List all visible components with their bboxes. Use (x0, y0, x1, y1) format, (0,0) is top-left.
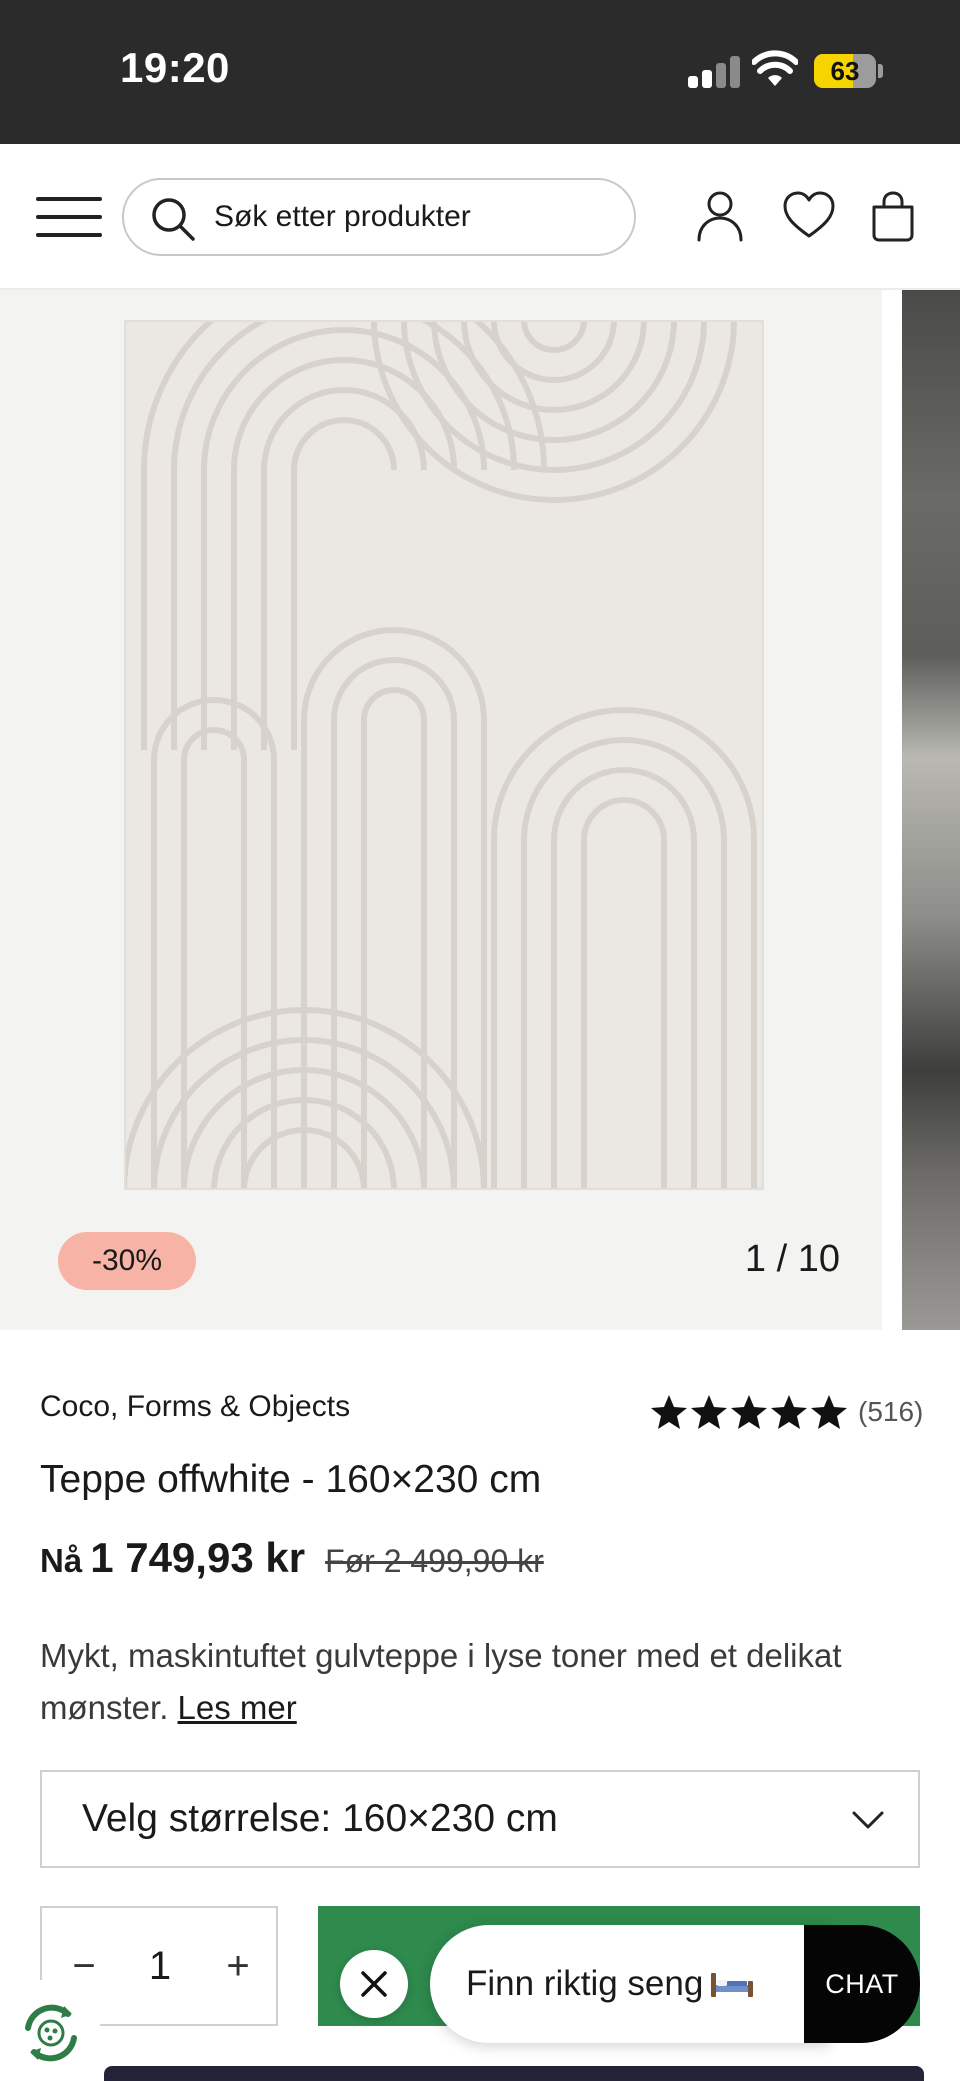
size-select-label: Velg størrelse: 160×230 cm (82, 1797, 558, 1840)
bed-icon (711, 1973, 754, 1997)
chat-button[interactable]: CHAT (804, 1925, 920, 2043)
search-placeholder: Søk etter produkter (214, 200, 471, 233)
product-image-rug (124, 320, 764, 1190)
chevron-down-icon (852, 1811, 884, 1829)
battery-level: 63 (830, 56, 860, 86)
wifi-icon (752, 50, 798, 86)
search-icon (152, 198, 195, 241)
product-brand[interactable]: Coco, Forms & Objects (40, 1390, 350, 1424)
gallery-slide-next-peek[interactable] (902, 290, 960, 1330)
battery-icon: 63 (814, 54, 876, 88)
close-assistant-button[interactable] (340, 1950, 408, 2018)
menu-icon[interactable] (36, 195, 102, 239)
recycle-leaf-icon (25, 2004, 77, 2062)
product-title: Teppe offwhite - 160×230 cm (40, 1458, 542, 1501)
star-icon (731, 1395, 767, 1429)
discount-badge: -30% (58, 1232, 196, 1290)
bed-finder-prompt[interactable]: Finn riktig seng (430, 1925, 830, 2043)
product-gallery[interactable]: -30% 1 / 10 (0, 290, 960, 1330)
gallery-slide-current[interactable]: -30% 1 / 10 (0, 290, 882, 1330)
status-bar: 19:20 63 (0, 0, 960, 144)
wishlist-heart-icon[interactable] (782, 190, 836, 242)
bottom-dark-bar[interactable] (104, 2066, 924, 2081)
description-text: Mykt, maskintuftet gulvteppe i lyse tone… (40, 1637, 842, 1726)
status-time: 19:20 (120, 44, 230, 91)
bed-finder-text: Finn riktig seng (466, 1964, 704, 2003)
review-count: (516) (858, 1396, 924, 1427)
price-row: Nå 1 749,93 kr Før 2 499,90 kr (40, 1534, 544, 1582)
quantity-increase-button[interactable]: + (216, 1938, 260, 1994)
eco-badge[interactable] (0, 1980, 100, 2081)
close-icon (361, 1971, 387, 1997)
rating-stars[interactable]: (516) (650, 1392, 923, 1432)
star-icon (771, 1395, 807, 1429)
search-input[interactable]: Søk etter produkter (122, 178, 636, 256)
account-icon[interactable] (695, 190, 745, 242)
price-now-label: Nå (40, 1542, 83, 1579)
star-icon (651, 1395, 687, 1429)
read-more-link[interactable]: Les mer (178, 1689, 297, 1726)
cellular-signal-icon (688, 56, 740, 88)
bed-finder-label: Finn riktig seng (466, 1925, 755, 2043)
quantity-value[interactable]: 1 (120, 1938, 200, 1994)
slide-counter: 1 / 10 (744, 1238, 840, 1280)
star-icon (691, 1395, 727, 1429)
product-description: Mykt, maskintuftet gulvteppe i lyse tone… (40, 1630, 930, 1734)
cart-bag-icon[interactable] (870, 190, 916, 242)
star-icon (811, 1395, 847, 1429)
price-before: Før 2 499,90 kr (325, 1543, 544, 1579)
battery-cap (878, 64, 883, 78)
price-now: 1 749,93 kr (90, 1534, 306, 1581)
size-select[interactable]: Velg størrelse: 160×230 cm (40, 1770, 920, 1868)
site-header: Søk etter produkter (0, 144, 960, 290)
